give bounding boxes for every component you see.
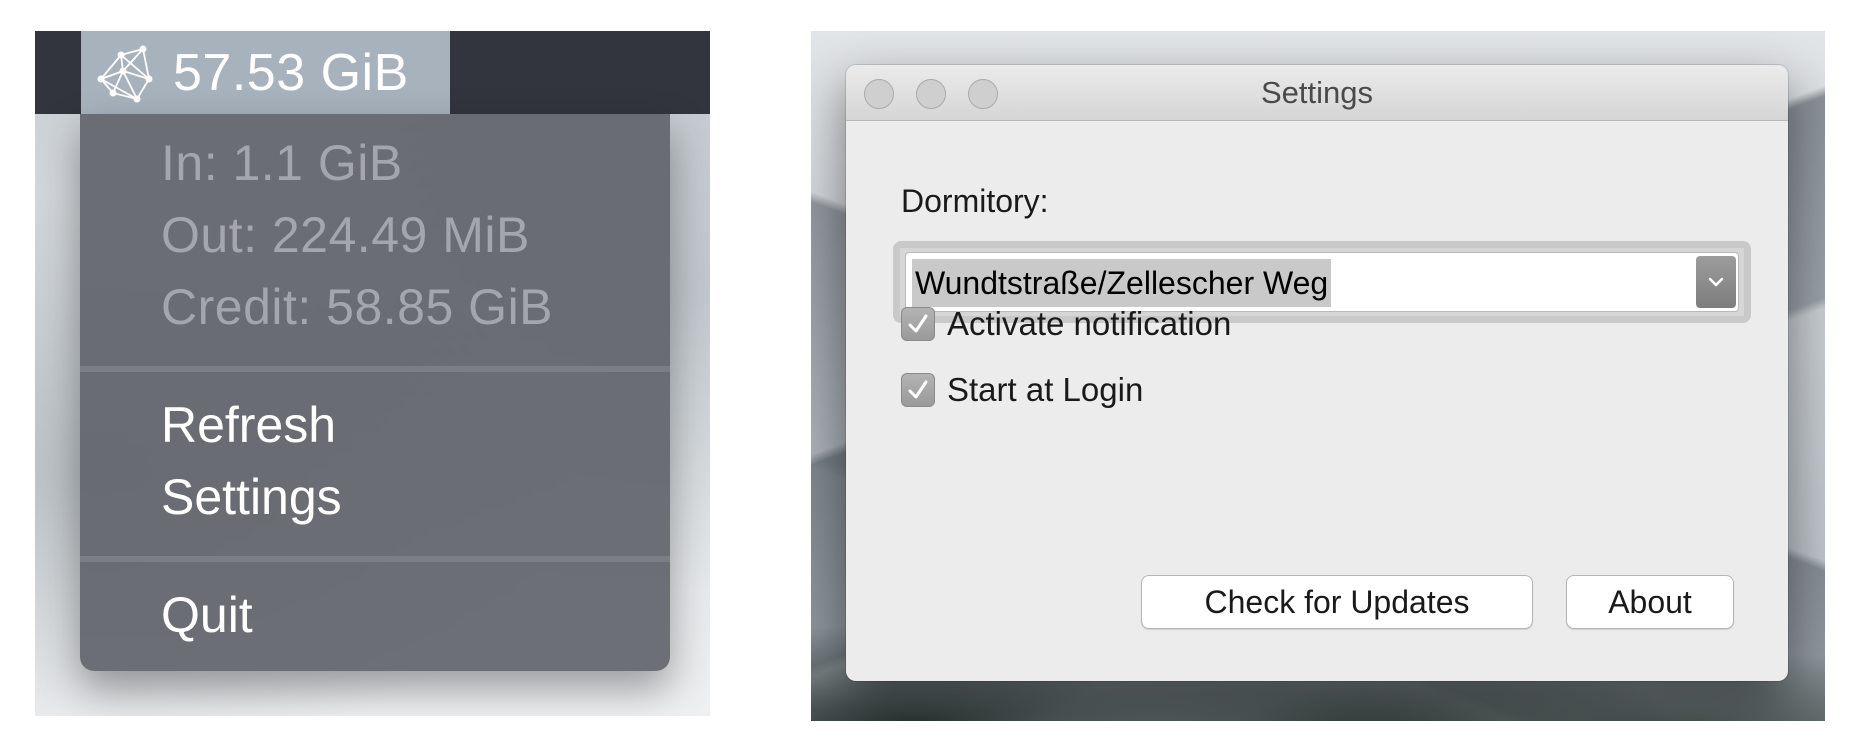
menu-item-refresh[interactable]: Refresh <box>161 396 336 454</box>
status-data-usage: 57.53 GiB <box>173 43 409 102</box>
dormitory-selected-value[interactable]: Wundtstraße/Zellescher Weg <box>912 259 1332 307</box>
stat-credit: Credit: 58.85 GiB <box>161 279 554 335</box>
checkmark-icon <box>908 314 928 333</box>
status-menu: In: 1.1 GiB Out: 224.49 MiB Credit: 58.8… <box>80 114 670 671</box>
status-bar-item[interactable]: 57.53 GiB <box>81 31 450 114</box>
option-activate-notification[interactable]: Activate notification <box>901 305 1231 343</box>
checkmark-icon <box>908 380 928 399</box>
option-start-at-login[interactable]: Start at Login <box>901 371 1143 409</box>
menu-item-quit[interactable]: Quit <box>161 586 253 644</box>
title-bar[interactable]: Settings <box>846 65 1788 121</box>
window-title: Settings <box>1260 75 1373 110</box>
menu-separator <box>80 366 670 372</box>
menu-item-settings[interactable]: Settings <box>161 468 342 526</box>
menu-separator <box>80 556 670 562</box>
check-for-updates-button[interactable]: Check for Updates <box>1141 575 1533 629</box>
settings-window: Settings Dormitory: Wundtstraße/Zellesch… <box>846 65 1788 681</box>
stat-out: Out: 224.49 MiB <box>161 207 530 263</box>
dormitory-combobox[interactable]: Wundtstraße/Zellescher Weg <box>905 252 1739 312</box>
activate-notification-label[interactable]: Activate notification <box>947 305 1231 343</box>
stat-in: In: 1.1 GiB <box>161 135 403 191</box>
about-button[interactable]: About <box>1566 575 1734 629</box>
activate-notification-checkbox[interactable] <box>901 307 935 341</box>
dormitory-label: Dormitory: <box>901 183 1049 219</box>
network-graph-icon <box>93 41 157 105</box>
menubar-screenshot: 57.53 GiB In: 1.1 GiB Out: 224.49 MiB Cr… <box>35 31 710 716</box>
start-at-login-label[interactable]: Start at Login <box>947 371 1143 409</box>
settings-screenshot: Settings Dormitory: Wundtstraße/Zellesch… <box>811 31 1825 721</box>
start-at-login-checkbox[interactable] <box>901 373 935 407</box>
chevron-down-icon[interactable] <box>1696 256 1736 308</box>
